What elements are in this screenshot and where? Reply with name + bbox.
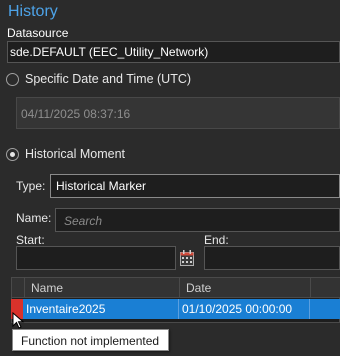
table-corner	[12, 278, 24, 298]
historical-moment-radio[interactable]	[6, 148, 19, 161]
column-header-name[interactable]: Name	[24, 278, 179, 298]
datasource-label: Datasource	[7, 26, 69, 40]
name-label: Name:	[16, 211, 52, 225]
type-dropdown[interactable]: Historical Marker	[50, 174, 340, 198]
column-header-date[interactable]: Date	[179, 278, 310, 298]
type-label: Type:	[16, 179, 46, 193]
row-name-cell[interactable]: Inventaire2025	[23, 299, 178, 319]
table-row[interactable]: Inventaire2025 01/10/2025 00:00:00	[11, 299, 340, 319]
historical-moment-label: Historical Moment	[25, 147, 126, 161]
specific-date-radio[interactable]	[6, 73, 19, 86]
datasource-field[interactable]: sde.DEFAULT (EEC_Utility_Network)	[7, 41, 340, 63]
row-date-cell[interactable]: 01/10/2025 00:00:00	[178, 299, 309, 319]
name-search-input[interactable]: Search	[55, 208, 340, 232]
column-header-extra	[310, 278, 340, 298]
specific-date-label: Specific Date and Time (UTC)	[25, 72, 192, 86]
mouse-pointer-icon	[12, 311, 26, 330]
start-label: Start:	[16, 233, 45, 247]
tooltip: Function not implemented	[12, 329, 169, 351]
row-extra-cell	[309, 299, 340, 319]
calendar-icon[interactable]	[180, 250, 194, 266]
panel-title: History	[8, 3, 58, 20]
specific-date-input[interactable]: 04/11/2025 08:37:16	[16, 97, 340, 129]
start-date-input[interactable]	[16, 246, 176, 270]
end-date-input[interactable]	[204, 246, 340, 270]
end-label: End:	[204, 233, 229, 247]
